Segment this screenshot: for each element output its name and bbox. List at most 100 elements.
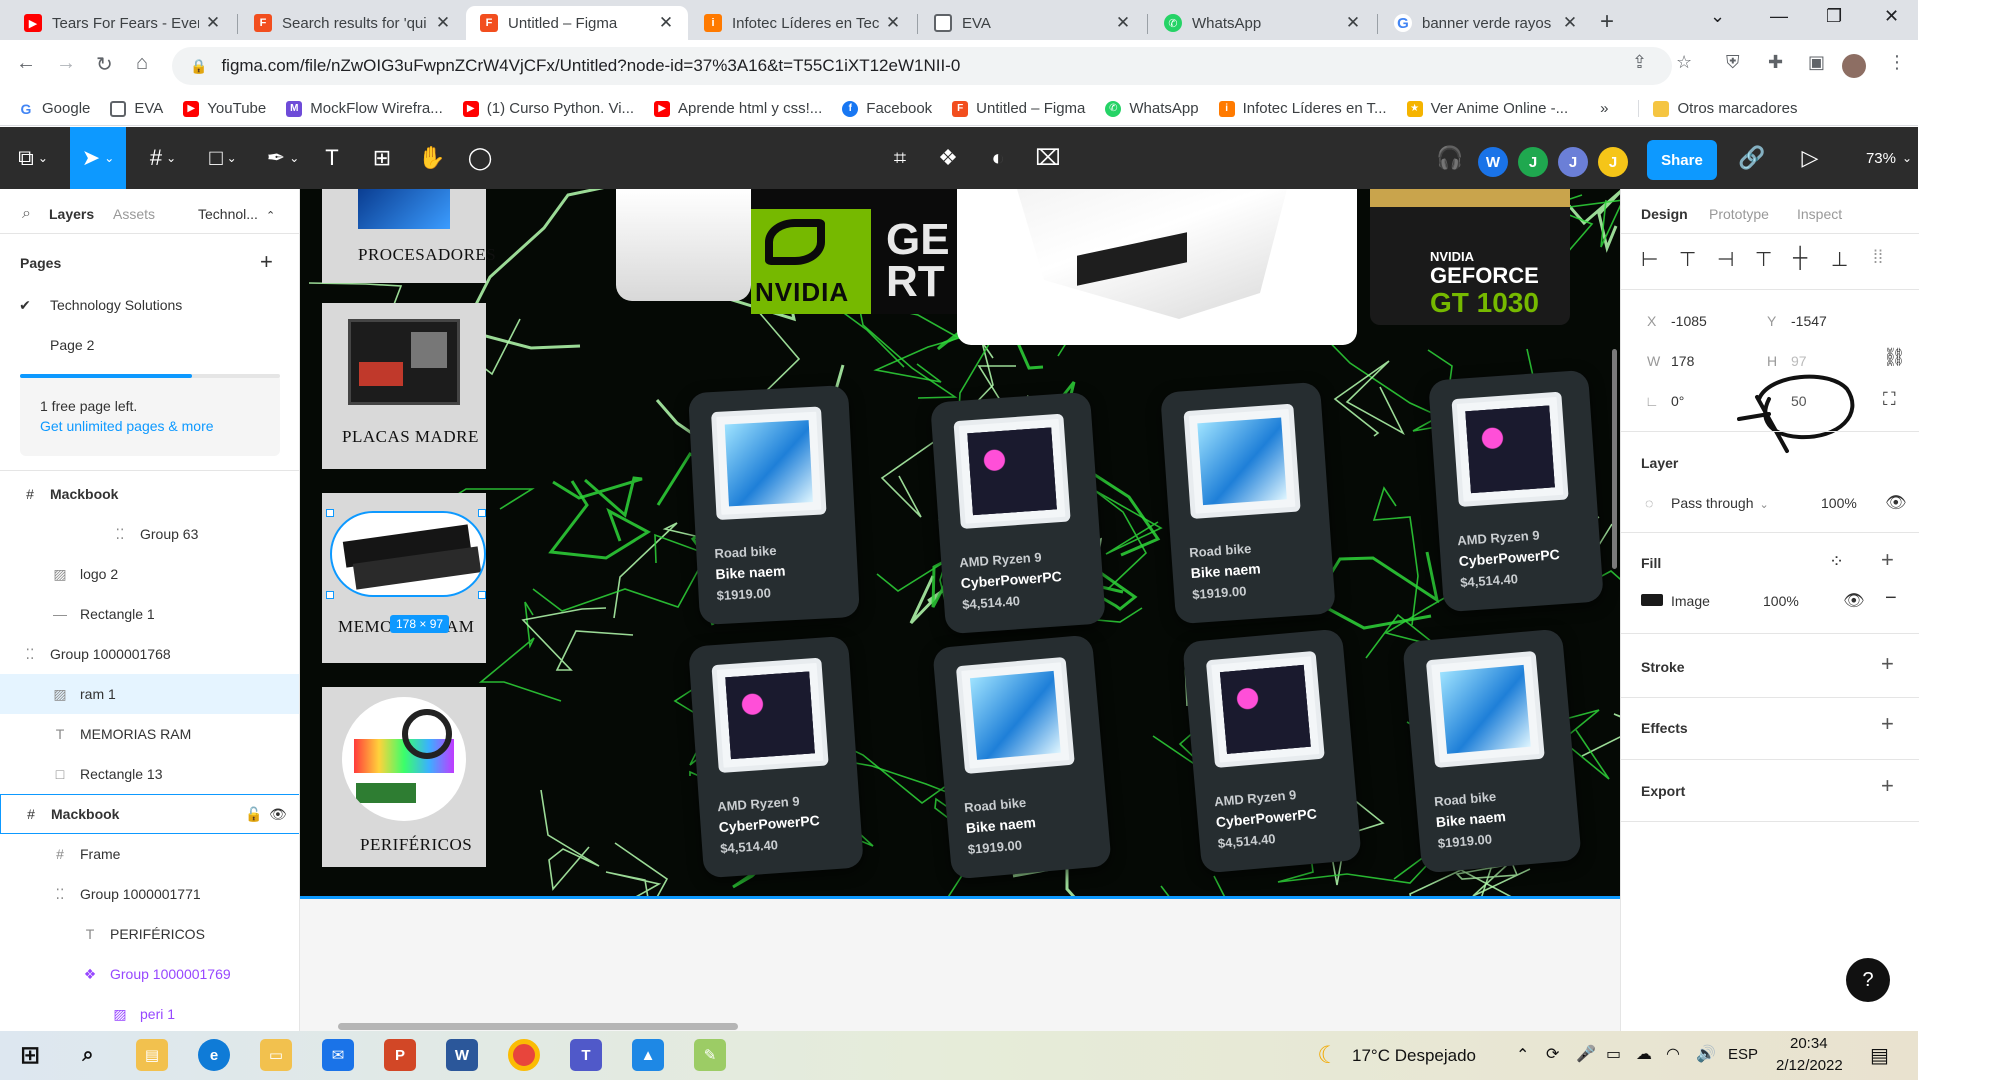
tab-inspect[interactable]: Inspect: [1797, 206, 1842, 222]
new-tab-button[interactable]: +: [1600, 8, 1614, 36]
collaborator-avatar[interactable]: J: [1558, 147, 1588, 177]
remove-fill-icon[interactable]: −: [1885, 587, 1897, 610]
align-bottom-icon[interactable]: ⊥: [1831, 247, 1848, 272]
move-tool-icon[interactable]: ➤ ⌄: [70, 127, 126, 189]
tray-mic-icon[interactable]: 🎤: [1576, 1044, 1596, 1064]
selection-handle[interactable]: [326, 591, 334, 599]
paint-icon[interactable]: ✎: [694, 1039, 726, 1071]
bookmark-item[interactable]: ▶ (1) Curso Python. Vi...: [462, 100, 634, 117]
back-icon[interactable]: ←: [16, 52, 36, 75]
independent-corners-icon[interactable]: ⛶: [1883, 389, 1896, 410]
collaborator-avatar[interactable]: J: [1598, 147, 1628, 177]
align-left-icon[interactable]: ⊢: [1641, 247, 1658, 272]
mask-icon[interactable]: ◐: [976, 127, 1020, 189]
layer-row[interactable]: T PERIFÉRICOS: [0, 914, 299, 954]
selection-handle[interactable]: [478, 509, 486, 517]
word-icon[interactable]: W: [446, 1039, 478, 1071]
collaborator-avatar[interactable]: W: [1478, 147, 1508, 177]
selection-handle[interactable]: [478, 591, 486, 599]
windows-start-icon[interactable]: ⊞: [14, 1039, 46, 1071]
design-frame[interactable]: NVIDIA GE RT NVIDIA GEFORCE GT 1030 PROC…: [300, 189, 1620, 899]
blend-mode-select[interactable]: Pass through ⌄: [1671, 495, 1769, 511]
distribute-icon[interactable]: ⁞⁞: [1873, 247, 1883, 268]
teams-icon[interactable]: T: [570, 1039, 602, 1071]
tab-design[interactable]: Design: [1641, 206, 1688, 222]
mail-icon[interactable]: ✉: [322, 1039, 354, 1071]
collaborator-avatar[interactable]: J: [1518, 147, 1548, 177]
layer-row[interactable]: ▨ peri 1: [0, 994, 299, 1031]
browser-tab[interactable]: i Infotec Líderes en Tec ✕: [690, 6, 915, 40]
tray-sync-icon[interactable]: ⟳: [1546, 1044, 1559, 1064]
more-bookmarks-button[interactable]: »: [1600, 100, 1608, 117]
bookmark-item[interactable]: f Facebook: [842, 100, 932, 117]
image-fill-swatch[interactable]: [1641, 594, 1663, 606]
product-card[interactable]: Road bike Bike naem $1919.00: [1402, 628, 1582, 874]
close-tab-icon[interactable]: ✕: [1345, 13, 1361, 33]
product-card[interactable]: AMD Ryzen 9 CyberPowerPC $4,514.40: [930, 391, 1106, 635]
present-play-icon[interactable]: ▷: [1788, 127, 1832, 189]
add-export-icon[interactable]: +: [1881, 773, 1894, 799]
other-bookmarks-folder[interactable]: Otros marcadores: [1638, 100, 1798, 117]
resources-tool-icon[interactable]: ⊞: [360, 127, 404, 189]
chrome-menu-icon[interactable]: ⋮: [1888, 52, 1906, 73]
canvas[interactable]: NVIDIA GE RT NVIDIA GEFORCE GT 1030 PROC…: [300, 189, 1620, 1031]
page-select[interactable]: Technol... ⌃: [198, 206, 275, 222]
bookmark-star-icon[interactable]: ☆: [1676, 52, 1692, 73]
layer-row[interactable]: # Frame: [0, 834, 299, 874]
fill-opacity-input[interactable]: 100%: [1763, 593, 1799, 609]
product-card[interactable]: AMD Ryzen 9 CyberPowerPC $4,514.40: [1182, 628, 1362, 874]
text-tool-icon[interactable]: T: [310, 127, 354, 189]
layer-row[interactable]: ❖ Group 1000001769: [0, 954, 299, 994]
photos-icon[interactable]: ▲: [632, 1039, 664, 1071]
category-card-placas-madre[interactable]: PLACAS MADRE: [322, 303, 486, 469]
upgrade-link[interactable]: Get unlimited pages & more: [40, 418, 214, 434]
link-icon[interactable]: 🔗: [1730, 127, 1774, 189]
width-input[interactable]: 178: [1671, 353, 1694, 369]
tab-layers[interactable]: Layers: [49, 206, 94, 222]
product-card[interactable]: Road bike Bike naem $1919.00: [932, 634, 1112, 880]
add-effect-icon[interactable]: +: [1881, 711, 1894, 737]
close-tab-icon[interactable]: ✕: [658, 13, 674, 33]
layer-row[interactable]: ▨ logo 2: [0, 554, 299, 594]
page-item[interactable]: ✔ Technology Solutions: [0, 285, 299, 325]
visibility-eye-icon[interactable]: 👁: [269, 806, 287, 823]
layer-row[interactable]: □ Rectangle 13: [0, 754, 299, 794]
horizontal-scrollbar[interactable]: [338, 1023, 738, 1030]
browser-tab[interactable]: ▶ Tears For Fears - Every ✕: [10, 6, 235, 40]
layer-row[interactable]: T MEMORIAS RAM: [0, 714, 299, 754]
layer-row[interactable]: ⁚⁚ Group 1000001768: [0, 634, 299, 674]
notifications-icon[interactable]: ▤: [1870, 1043, 1889, 1068]
frame-tool-icon[interactable]: # ⌄: [136, 127, 190, 189]
search-icon[interactable]: ⌕: [72, 1039, 104, 1071]
page-item[interactable]: Page 2: [0, 325, 299, 365]
layer-row[interactable]: # Mackbook: [0, 474, 299, 514]
shape-tool-icon[interactable]: □ ⌄: [196, 127, 250, 189]
help-button[interactable]: ?: [1846, 958, 1890, 1002]
fill-visibility-eye-icon[interactable]: 👁: [1843, 591, 1865, 611]
browser-tab[interactable]: ✆ WhatsApp ✕: [1150, 6, 1375, 40]
layer-row[interactable]: — Rectangle 1: [0, 594, 299, 634]
tray-expand-icon[interactable]: ⌃: [1516, 1045, 1529, 1065]
component-icon[interactable]: ❖: [926, 127, 970, 189]
bookmark-item[interactable]: G Google: [18, 100, 90, 117]
add-stroke-icon[interactable]: +: [1881, 651, 1894, 677]
x-position-input[interactable]: -1085: [1671, 313, 1707, 329]
zoom-select[interactable]: 73% ⌄: [1860, 127, 1918, 189]
hand-tool-icon[interactable]: ✋: [410, 127, 454, 189]
tab-assets[interactable]: Assets: [113, 206, 155, 222]
bookmark-item[interactable]: ▶ YouTube: [183, 100, 266, 117]
extensions-puzzle-icon[interactable]: ✚: [1768, 52, 1783, 73]
wifi-icon[interactable]: ◠: [1666, 1044, 1680, 1064]
powerpoint-icon[interactable]: P: [384, 1039, 416, 1071]
tray-display-icon[interactable]: ▭: [1606, 1044, 1621, 1064]
reload-icon[interactable]: ↻: [96, 52, 113, 77]
maximize-button[interactable]: ❐: [1826, 6, 1842, 27]
extension-shield-icon[interactable]: ⛨: [1726, 52, 1740, 73]
product-card[interactable]: Road bike Bike naem $1919.00: [1160, 381, 1336, 625]
folder-icon[interactable]: ▭: [260, 1039, 292, 1071]
comment-tool-icon[interactable]: ◯: [458, 127, 502, 189]
bookmark-item[interactable]: F Untitled – Figma: [952, 100, 1085, 117]
selection-handle[interactable]: [326, 509, 334, 517]
bookmark-item[interactable]: ▶ Aprende html y css!...: [654, 100, 822, 117]
forward-icon[interactable]: →: [56, 52, 76, 75]
